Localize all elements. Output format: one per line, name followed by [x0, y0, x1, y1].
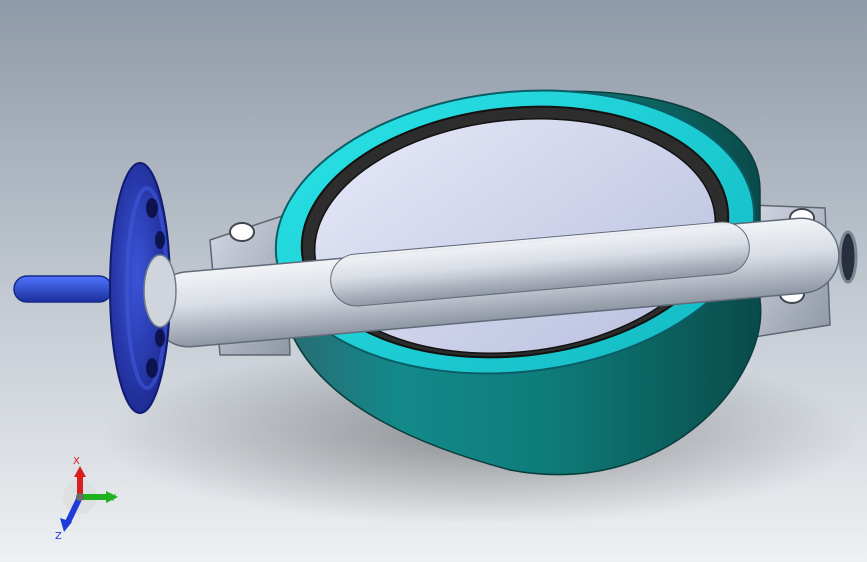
- graphics-viewport[interactable]: X Y Z: [0, 0, 867, 562]
- actuator-stem[interactable]: [13, 275, 113, 303]
- triad-y-label: Y: [109, 493, 117, 504]
- orientation-triad[interactable]: X Y Z: [40, 452, 120, 542]
- shaft-end-cap: [143, 254, 177, 328]
- triad-z-label: Z: [55, 531, 62, 542]
- model-view[interactable]: [0, 0, 867, 562]
- triad-x-label: X: [73, 456, 80, 467]
